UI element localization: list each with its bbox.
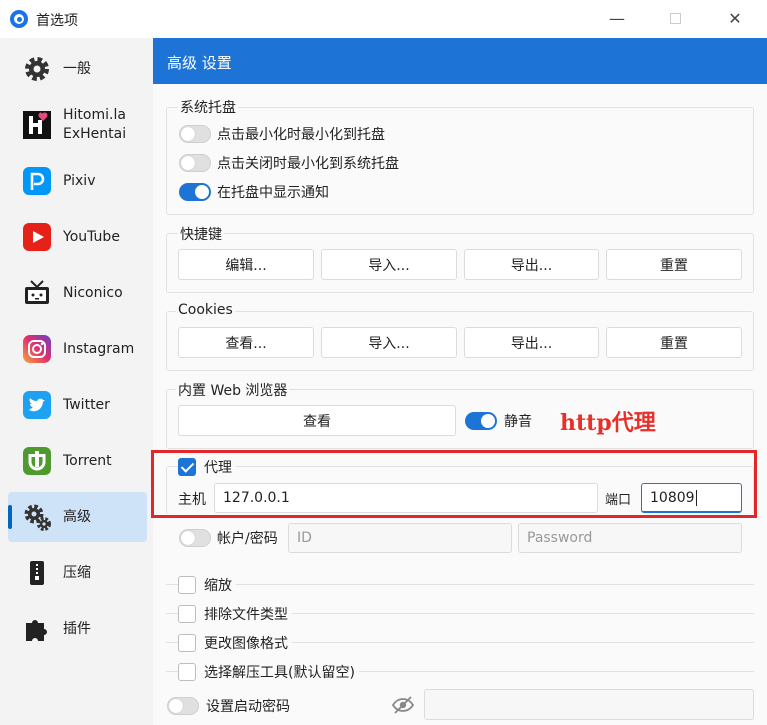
sidebar-item-twitter[interactable]: Twitter [8,380,147,430]
mute-toggle[interactable] [465,412,497,430]
mute-row[interactable]: 静音 [465,411,532,431]
browser-view-button[interactable]: 查看 [178,405,456,436]
niconico-icon [22,278,52,308]
close-button[interactable]: ✕ [720,8,750,30]
zoom-label: 缩放 [204,578,232,594]
page-title: 高级 设置 [167,54,232,72]
startup-password-toggle[interactable] [167,697,199,715]
cookies-import-button[interactable]: 导入... [321,327,457,358]
annotation-label: http代理 [560,410,656,436]
maximize-button[interactable] [660,8,690,30]
title-bar: 首选项 — ✕ [0,0,767,38]
sidebar-item-label: Torrent [63,452,112,469]
zoom-row[interactable]: 缩放 [178,575,236,595]
image-format-row[interactable]: 更改图像格式 [178,633,292,653]
puzzle-icon [22,614,52,644]
maximize-icon [669,13,681,24]
sidebar-item-niconico[interactable]: Niconico [8,268,147,318]
window-title: 首选项 [36,13,78,29]
extractor-checkbox[interactable] [178,663,196,681]
zoom-checkbox[interactable] [178,576,196,594]
annotation-highlight-box [151,450,757,518]
image-format-label: 更改图像格式 [204,636,288,652]
exclude-types-row[interactable]: 排除文件类型 [178,604,292,624]
startup-password-row[interactable]: 设置启动密码 [167,696,290,716]
extractor-row[interactable]: 选择解压工具(默认留空) [178,662,359,682]
close-to-tray-row[interactable]: 点击关闭时最小化到系统托盘 [179,153,399,173]
torrent-icon [22,446,52,476]
sidebar-item-torrent[interactable]: Torrent [8,436,147,486]
startup-password-input[interactable] [424,689,754,720]
minimize-to-tray-toggle[interactable] [179,125,211,143]
instagram-icon [22,334,52,364]
sidebar-item-label: 压缩 [63,564,91,581]
youtube-icon [22,222,52,252]
sidebar-item-label: Niconico [63,284,123,301]
sidebar-item-youtube[interactable]: YouTube [8,212,147,262]
app-logo-icon [10,10,28,28]
image-format-checkbox[interactable] [178,634,196,652]
sidebar-item-instagram[interactable]: Instagram [8,324,147,374]
close-to-tray-toggle[interactable] [179,154,211,172]
pixiv-icon [22,166,52,196]
sidebar-item-label: 插件 [63,620,91,637]
cookies-reset-button[interactable]: 重置 [606,327,742,358]
advanced-gears-icon [22,502,52,532]
hitomi-icon [22,110,52,140]
proxy-id-input[interactable]: ID [288,523,512,553]
sidebar-item-zip[interactable]: 压缩 [8,548,147,598]
minimize-button[interactable]: — [602,8,632,30]
shortcuts-edit-button[interactable]: 编辑... [178,249,314,280]
shortcuts-export-button[interactable]: 导出... [464,249,599,280]
extractor-label: 选择解压工具(默认留空) [204,665,355,681]
sidebar-item-label: Pixiv [63,172,96,189]
show-notification-row[interactable]: 在托盘中显示通知 [179,182,329,202]
sidebar-item-label: Twitter [63,396,110,413]
page-header: 高级 设置 [153,38,767,84]
sidebar: 一般 Hitomi.la ExHentai Pixiv YouTube Nico… [0,38,153,725]
cookies-export-button[interactable]: 导出... [464,327,599,358]
twitter-icon [22,390,52,420]
eye-off-icon[interactable] [391,695,415,719]
minimize-to-tray-label: 点击最小化时最小化到托盘 [217,127,385,143]
startup-password-label: 设置启动密码 [206,699,290,715]
auth-row[interactable]: 帐户/密码 [179,528,278,548]
cookies-group-title: Cookies [176,302,235,318]
sidebar-item-label: 一般 [63,60,91,77]
proxy-password-input[interactable]: Password [518,523,742,553]
divider [166,584,754,585]
auth-toggle[interactable] [179,529,211,547]
show-notification-toggle[interactable] [179,183,211,201]
show-notification-label: 在托盘中显示通知 [217,185,329,201]
sidebar-item-general[interactable]: 一般 [8,44,147,94]
sidebar-item-hitomi[interactable]: Hitomi.la ExHentai [8,100,147,150]
sidebar-item-advanced[interactable]: 高级 [8,492,147,542]
cookies-view-button[interactable]: 查看... [178,327,314,358]
zip-icon [22,558,52,588]
exclude-types-label: 排除文件类型 [204,607,288,623]
exclude-types-checkbox[interactable] [178,605,196,623]
proxy-password-placeholder: Password [527,530,593,546]
shortcuts-group-title: 快捷键 [178,224,224,244]
minimize-to-tray-row[interactable]: 点击最小化时最小化到托盘 [179,124,385,144]
close-to-tray-label: 点击关闭时最小化到系统托盘 [217,156,399,172]
sidebar-item-label: YouTube [63,228,120,245]
shortcuts-import-button[interactable]: 导入... [321,249,457,280]
sidebar-item-plugins[interactable]: 插件 [8,604,147,654]
sidebar-item-label: Instagram [63,340,135,357]
sidebar-item-pixiv[interactable]: Pixiv [8,156,147,206]
browser-group-title: 内置 Web 浏览器 [176,380,290,400]
selection-indicator [8,505,12,529]
mute-label: 静音 [504,414,532,430]
gear-icon [22,54,52,84]
sidebar-item-label: 高级 [63,508,91,525]
shortcuts-reset-button[interactable]: 重置 [606,249,742,280]
tray-group-title: 系统托盘 [178,97,238,117]
proxy-id-placeholder: ID [297,530,312,546]
auth-label: 帐户/密码 [217,531,278,547]
sidebar-item-label: Hitomi.la ExHentai [63,107,127,142]
